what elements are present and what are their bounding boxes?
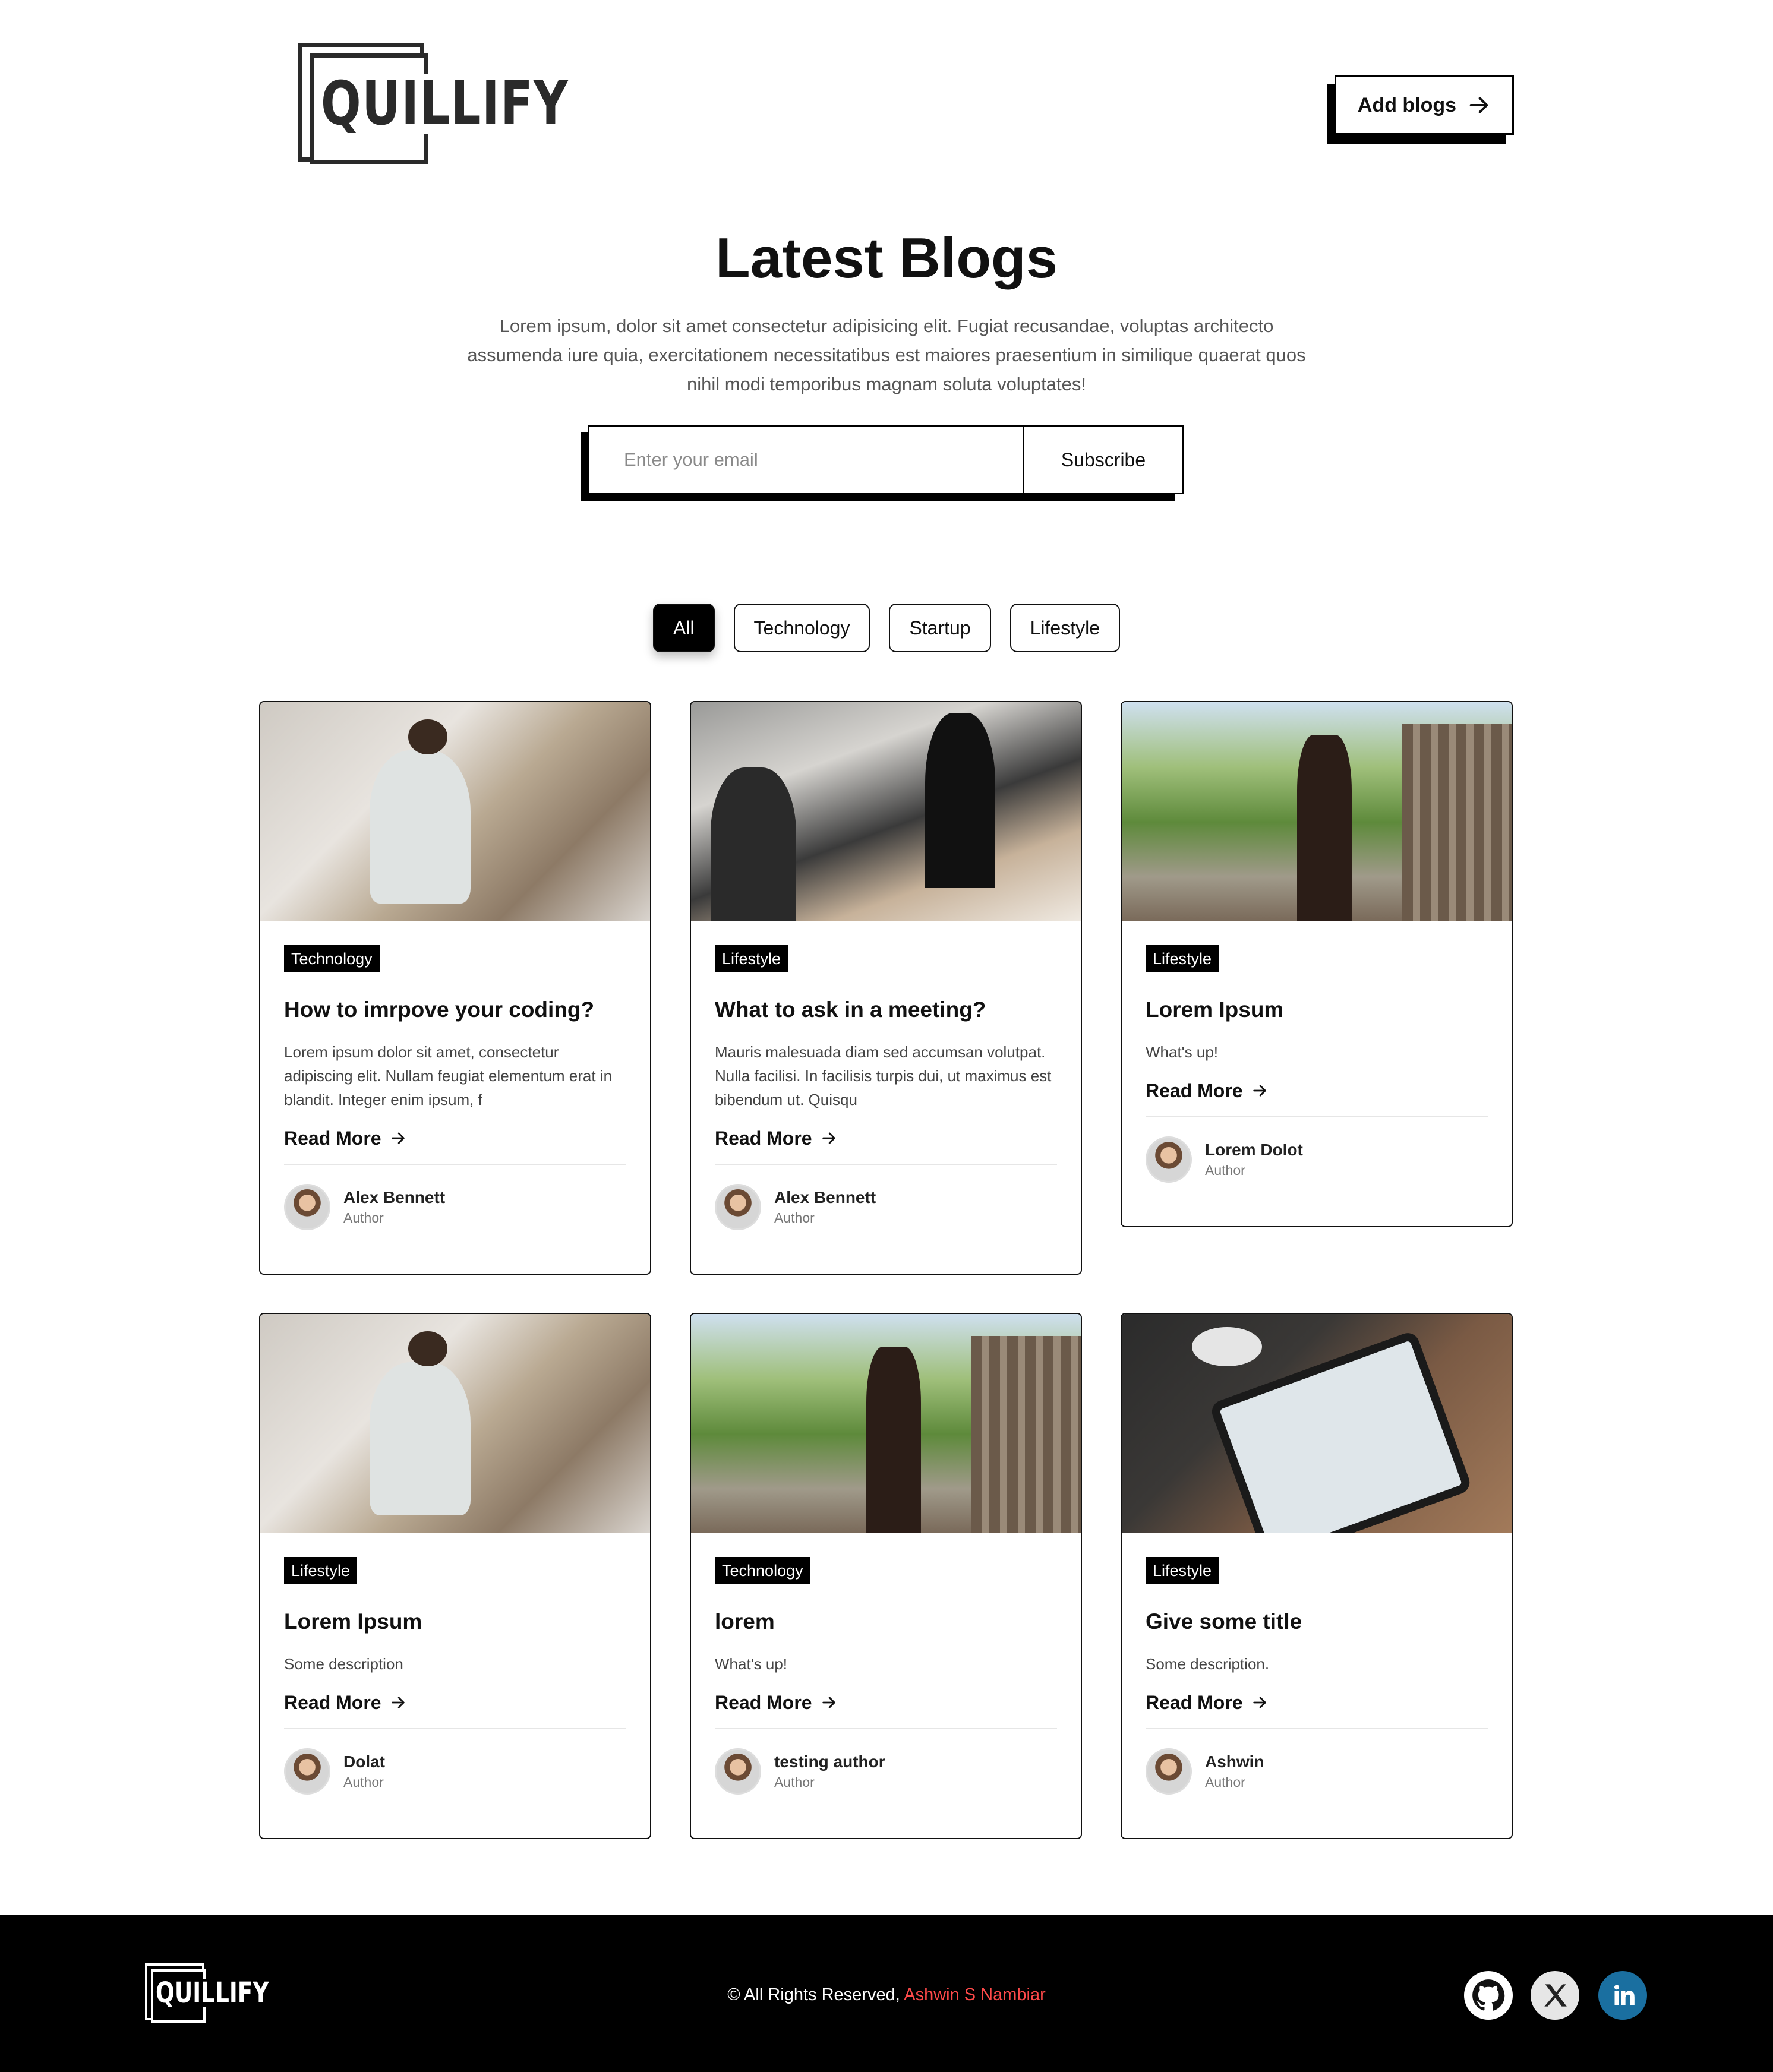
read-more-link[interactable]: Read More [715,1689,1057,1716]
author-role: Author [1205,1163,1245,1178]
blog-card[interactable]: Lifestyle Lorem Ipsum What's up! Read Mo… [1121,701,1513,1227]
blog-card-image [1122,1314,1512,1533]
blog-card-title[interactable]: Lorem Ipsum [1146,996,1488,1024]
avatar [284,1748,330,1795]
author-info: Ashwin Author [1122,1729,1512,1816]
read-more-label: Read More [284,1692,381,1713]
blog-card-image [1122,702,1512,921]
author-role: Author [343,1774,384,1790]
logo-wordmark: QUILLIFY [321,68,569,139]
blog-card-description: What's up! [715,1655,788,1673]
arrow-right-icon [1469,97,1488,113]
blog-card-image [260,1314,650,1533]
copyright-author-link[interactable]: Ashwin S Nambiar [904,1985,1046,2004]
author-name: Dolat [343,1752,385,1771]
avatar [1146,1136,1192,1183]
author-name: testing author [774,1752,885,1771]
x-icon [1544,1984,1567,2007]
arrow-right-icon [1253,1697,1266,1708]
author-name: Alex Bennett [343,1188,446,1206]
blog-card[interactable]: Lifestyle Lorem Ipsum Some description R… [259,1313,651,1839]
author-role: Author [1205,1774,1245,1790]
avatar [1146,1748,1192,1795]
category-tag: Technology [284,945,380,972]
category-tag: Lifestyle [1146,1557,1219,1584]
author-info: Lorem Dolot Author [1122,1117,1512,1204]
blog-card-description: Lorem ipsum dolor sit amet, consectetur … [284,1043,613,1108]
category-tag: Lifestyle [284,1557,358,1584]
arrow-right-icon [391,1132,405,1144]
read-more-label: Read More [1146,1080,1243,1101]
author-name: Lorem Dolot [1205,1141,1303,1159]
linkedin-icon [1614,1985,1635,2005]
blog-card-title[interactable]: Lorem Ipsum [284,1608,626,1635]
read-more-link[interactable]: Read More [1146,1077,1488,1104]
filter-all[interactable]: All [652,604,715,652]
blog-card-image [691,702,1081,921]
blog-card-description: Some description [284,1655,403,1673]
subscribe-button[interactable]: Subscribe [1023,427,1182,493]
author-role: Author [343,1210,384,1225]
avatar [715,1184,761,1230]
blog-card-title[interactable]: lorem [715,1608,1057,1635]
blog-card-title[interactable]: What to ask in a meeting? [715,996,1057,1024]
blog-card[interactable]: Technology How to imrpove your coding? L… [259,701,651,1275]
blog-card[interactable]: Technology lorem What's up! Read More te… [690,1313,1082,1839]
author-name: Ashwin [1205,1752,1264,1771]
arrow-right-icon [822,1697,835,1708]
read-more-link[interactable]: Read More [284,1125,626,1152]
read-more-label: Read More [284,1127,381,1149]
linkedin-link[interactable] [1598,1971,1647,2020]
read-more-link[interactable]: Read More [715,1125,1057,1152]
blog-card-title[interactable]: Give some title [1146,1608,1488,1635]
blog-card-description: What's up! [1146,1043,1219,1061]
author-role: Author [774,1210,815,1225]
blog-card[interactable]: Lifestyle What to ask in a meeting? Maur… [690,701,1082,1275]
arrow-right-icon [822,1132,835,1144]
arrow-right-icon [1253,1085,1266,1097]
arrow-right-icon [391,1697,405,1708]
read-more-link[interactable]: Read More [284,1689,626,1716]
author-name: Alex Bennett [774,1188,876,1206]
blog-card-image [260,702,650,921]
read-more-label: Read More [715,1692,812,1713]
author-info: Dolat Author [260,1729,650,1816]
read-more-link[interactable]: Read More [1146,1689,1488,1716]
subscribe-form: Subscribe [588,425,1184,494]
read-more-label: Read More [1146,1692,1243,1713]
category-tag: Lifestyle [715,945,788,972]
read-more-label: Read More [715,1127,812,1149]
category-tag: Lifestyle [1146,945,1219,972]
blog-card-description: Some description. [1146,1655,1270,1673]
page-title: Latest Blogs [715,226,1058,290]
blog-card-title[interactable]: How to imrpove your coding? [284,996,626,1024]
github-link[interactable] [1464,1971,1513,2020]
email-input[interactable] [589,427,1023,493]
category-tag: Technology [715,1557,810,1584]
category-filters: All Technology Startup Lifestyle [0,604,1773,652]
x-link[interactable] [1531,1971,1579,2020]
avatar [715,1748,761,1795]
avatar [284,1184,330,1230]
filter-technology[interactable]: Technology [733,604,870,652]
add-blogs-button[interactable]: Add blogs [1335,75,1514,135]
author-role: Author [774,1774,815,1790]
brand-logo[interactable]: QUILLIFY [295,36,569,172]
blog-card[interactable]: Lifestyle Give some title Some descripti… [1121,1313,1513,1839]
github-icon [1472,1979,1505,2011]
author-info: testing author Author [691,1729,1081,1816]
blog-card-description: Mauris malesuada diam sed accumsan volut… [715,1043,1052,1108]
author-info: Alex Bennett Author [260,1165,650,1252]
blog-card-image [691,1314,1081,1533]
copyright-prefix: © All Rights Reserved, [727,1985,904,2004]
filter-startup[interactable]: Startup [889,604,991,652]
author-info: Alex Bennett Author [691,1165,1081,1252]
filter-lifestyle[interactable]: Lifestyle [1009,604,1120,652]
page-description: Lorem ipsum, dolor sit amet consectetur … [467,315,1306,394]
add-blogs-label: Add blogs [1357,93,1457,116]
